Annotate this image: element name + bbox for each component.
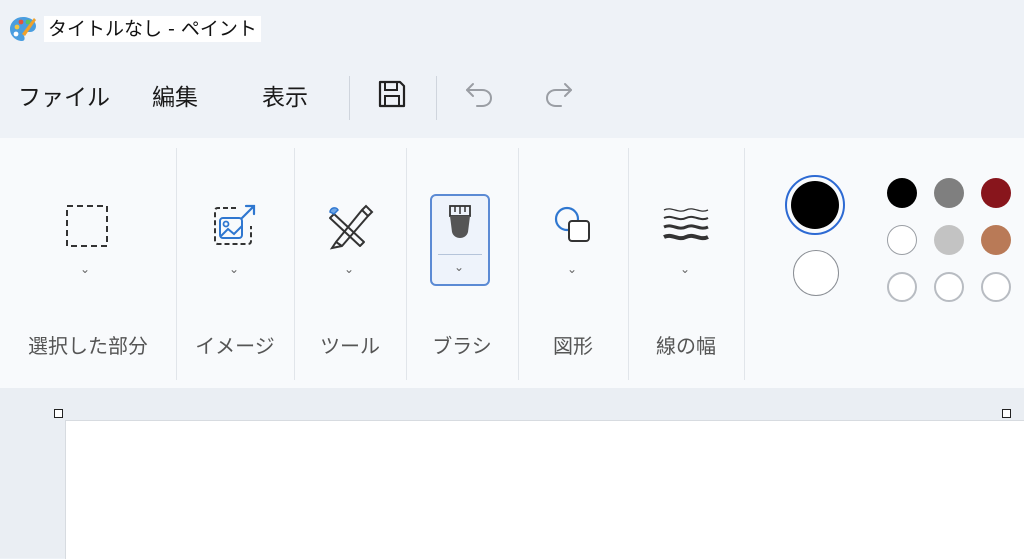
brush-divider — [438, 254, 482, 255]
group-label: ブラシ — [432, 334, 492, 358]
line-width-icon — [663, 208, 709, 241]
group-tools[interactable]: ⌄ ツール — [294, 138, 406, 388]
group-label: 図形 — [553, 334, 593, 358]
ribbon-separator — [744, 148, 745, 380]
save-icon[interactable] — [374, 76, 410, 112]
menu-separator — [349, 76, 350, 120]
brush-button[interactable]: ⌄ — [430, 194, 490, 286]
ribbon: ⌄ 選択した部分 ⌄ イメージ ⌄ ツール ブラシ ⌄ ⌄ 図形 ⌄ 線の幅 — [0, 138, 1024, 388]
chevron-down-icon: ⌄ — [567, 262, 578, 276]
menu-separator — [436, 76, 437, 120]
group-label: 選択した部分 — [28, 334, 148, 358]
chevron-down-icon: ⌄ — [344, 262, 355, 276]
selection-icon — [66, 205, 108, 247]
color-swatch[interactable] — [887, 272, 917, 302]
shapes-icon — [554, 206, 590, 242]
primary-color[interactable] — [791, 181, 839, 229]
menu-bar: ファイル 編集 表示 — [0, 58, 1024, 138]
chevron-down-icon: ⌄ — [229, 262, 240, 276]
group-label: イメージ — [195, 334, 275, 358]
image-icon — [214, 204, 256, 245]
chevron-down-icon: ⌄ — [454, 260, 465, 274]
brush-icon — [449, 205, 471, 238]
color-swatch[interactable] — [934, 272, 964, 302]
group-selection[interactable]: ⌄ 選択した部分 — [0, 138, 176, 388]
tools-icon — [329, 204, 374, 250]
paint-app-icon — [10, 17, 36, 41]
group-image[interactable]: ⌄ イメージ — [176, 138, 294, 388]
color-swatch[interactable] — [887, 225, 917, 255]
menu-view[interactable]: 表示 — [262, 80, 308, 116]
group-line-width[interactable]: ⌄ 線の幅 — [628, 138, 744, 388]
group-label: ツール — [320, 334, 380, 358]
secondary-color[interactable] — [793, 250, 839, 296]
color-swatch[interactable] — [934, 178, 964, 208]
menu-edit[interactable]: 編集 — [152, 80, 198, 116]
canvas-resize-handle-top-right[interactable] — [1002, 409, 1011, 418]
color-swatch[interactable] — [934, 225, 964, 255]
title-bar: タイトルなし - ペイント — [0, 0, 1024, 58]
group-label: 線の幅 — [656, 334, 716, 358]
canvas-resize-handle-top-left[interactable] — [54, 409, 63, 418]
color-swatch[interactable] — [981, 225, 1011, 255]
chevron-down-icon: ⌄ — [80, 262, 91, 276]
group-shapes[interactable]: ⌄ 図形 — [518, 138, 628, 388]
drawing-canvas[interactable] — [65, 420, 1024, 559]
window-title: タイトルなし - ペイント — [44, 16, 261, 42]
color-swatch[interactable] — [981, 178, 1011, 208]
undo-icon[interactable] — [462, 76, 498, 112]
redo-icon[interactable] — [540, 76, 576, 112]
color-swatch[interactable] — [887, 178, 917, 208]
color-swatch[interactable] — [981, 272, 1011, 302]
menu-file[interactable]: ファイル — [18, 80, 110, 116]
chevron-down-icon: ⌄ — [680, 262, 691, 276]
